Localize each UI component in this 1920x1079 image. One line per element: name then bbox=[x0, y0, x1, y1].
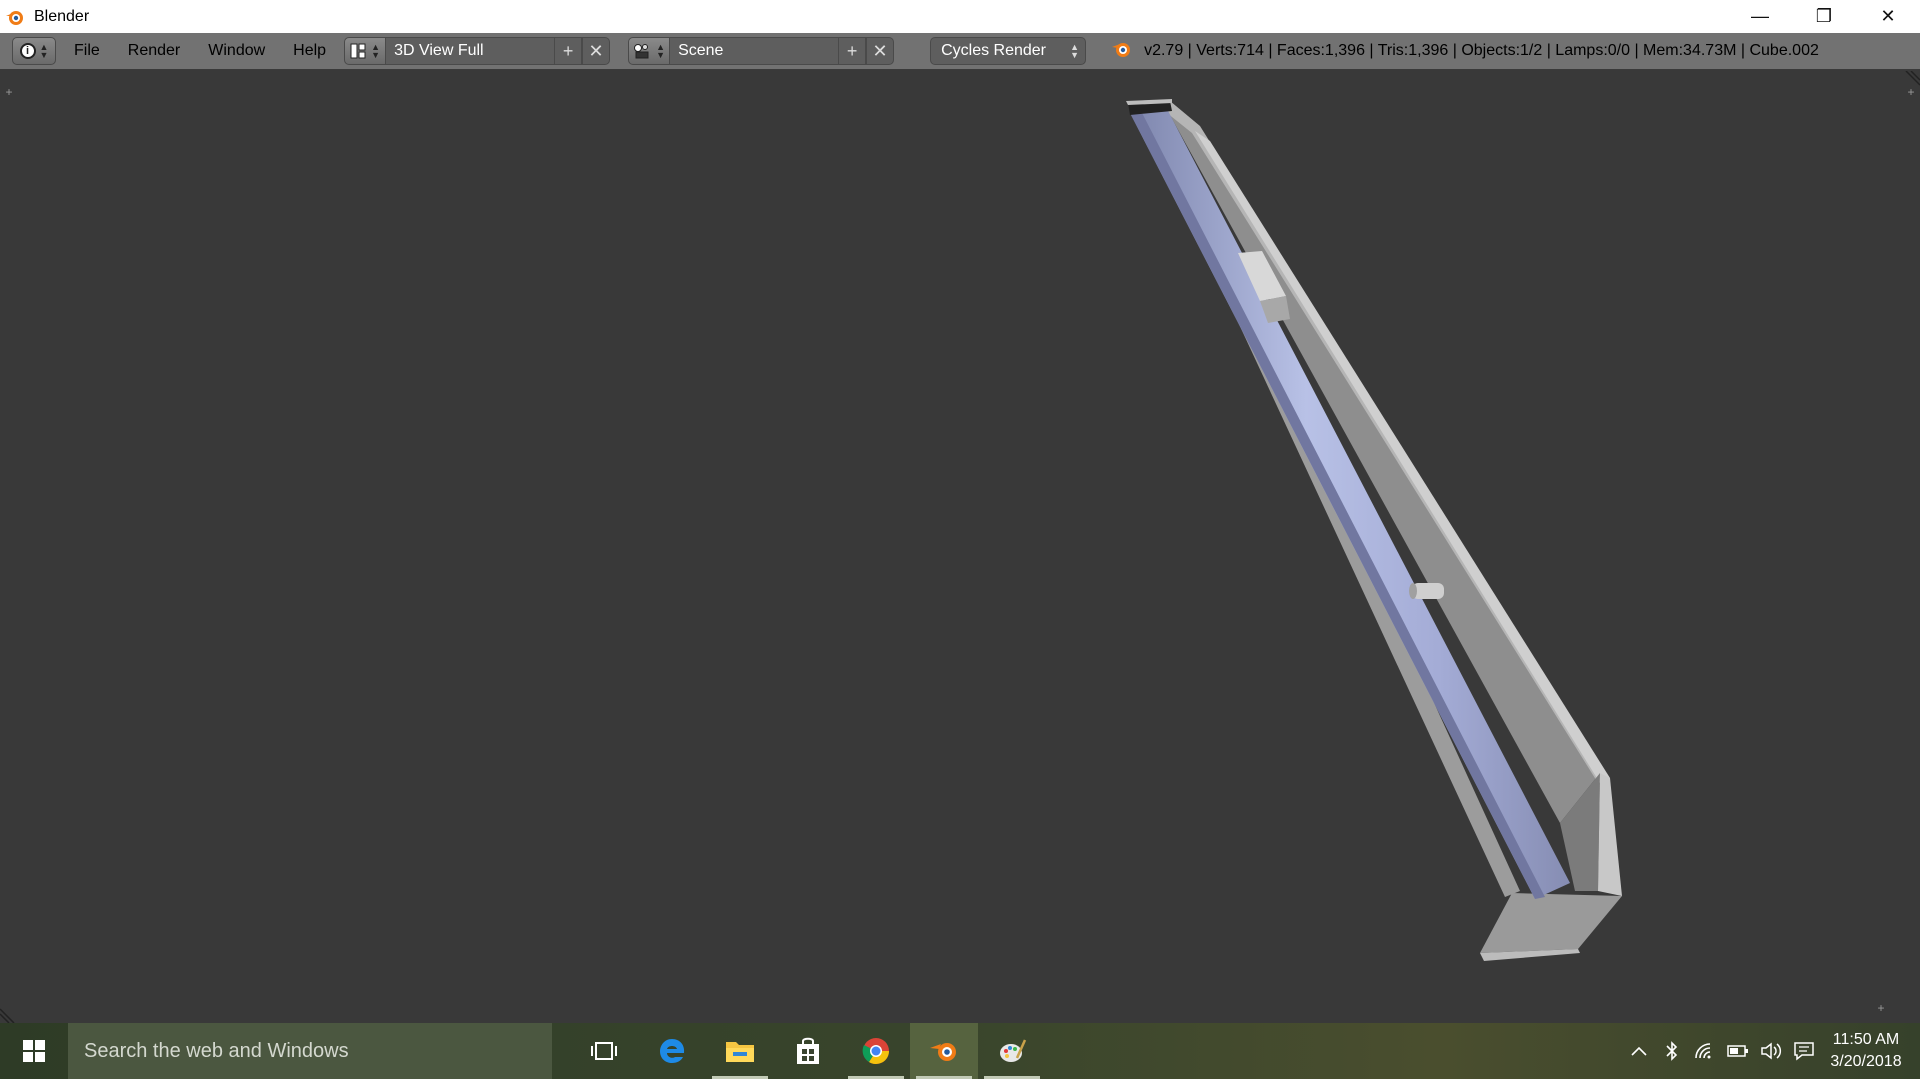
chrome-button[interactable] bbox=[842, 1023, 910, 1079]
blender-logo-icon bbox=[1110, 39, 1132, 64]
screen-layout-selector: ▲ ▼ 3D View Full + ✕ bbox=[344, 37, 611, 65]
clock-date: 3/20/2018 bbox=[1830, 1053, 1902, 1070]
updown-arrows-icon: ▲ ▼ bbox=[656, 42, 666, 60]
window-controls: — ❐ ✕ bbox=[1728, 0, 1920, 33]
notification-icon bbox=[1793, 1042, 1814, 1061]
mesh-object[interactable] bbox=[0, 71, 1920, 1023]
scene-selector: ▲ ▼ Scene + ✕ bbox=[628, 37, 895, 65]
updown-arrows-icon: ▲ ▼ bbox=[39, 42, 49, 60]
bluetooth-button[interactable] bbox=[1655, 1023, 1688, 1079]
taskbar-search-box[interactable]: Search the web and Windows bbox=[68, 1023, 552, 1079]
battery-button[interactable] bbox=[1721, 1023, 1754, 1079]
render-engine-dropdown[interactable]: Cycles Render ▲ ▼ bbox=[930, 37, 1087, 65]
scene-icon bbox=[634, 44, 649, 59]
remove-layout-button[interactable]: ✕ bbox=[582, 37, 611, 65]
speaker-icon bbox=[1760, 1042, 1781, 1060]
minimize-button[interactable]: — bbox=[1728, 0, 1792, 33]
screen-layout-browse-button[interactable]: ▲ ▼ bbox=[344, 37, 387, 65]
task-view-button[interactable] bbox=[570, 1023, 638, 1079]
scene-name-field[interactable]: Scene bbox=[670, 37, 839, 65]
close-button[interactable]: ✕ bbox=[1856, 0, 1920, 33]
updown-arrows-icon: ▲ ▼ bbox=[371, 42, 381, 60]
start-button[interactable] bbox=[0, 1023, 68, 1079]
store-button[interactable] bbox=[774, 1023, 842, 1079]
paint-button[interactable] bbox=[978, 1023, 1046, 1079]
network-button[interactable] bbox=[1688, 1023, 1721, 1079]
bluetooth-icon bbox=[1665, 1041, 1677, 1061]
menu-file[interactable]: File bbox=[74, 42, 100, 60]
scene-browse-button[interactable]: ▲ ▼ bbox=[628, 37, 671, 65]
scene-statistics: v2.79 | Verts:714 | Faces:1,396 | Tris:1… bbox=[1110, 39, 1819, 64]
remove-scene-button[interactable]: ✕ bbox=[866, 37, 895, 65]
screen-layout-name-field[interactable]: 3D View Full bbox=[386, 37, 555, 65]
store-bag-icon bbox=[797, 1037, 819, 1064]
menu-render[interactable]: Render bbox=[128, 42, 180, 60]
clock-time: 11:50 AM bbox=[1832, 1031, 1900, 1048]
window-title: Blender bbox=[34, 7, 90, 25]
restore-button[interactable]: ❐ bbox=[1792, 0, 1856, 33]
blender-taskbar-button[interactable] bbox=[910, 1023, 978, 1079]
render-engine-value: Cycles Render bbox=[941, 42, 1047, 59]
stats-text: v2.79 | Verts:714 | Faces:1,396 | Tris:1… bbox=[1144, 42, 1819, 59]
updown-arrows-icon: ▲ ▼ bbox=[1070, 42, 1080, 60]
edge-button[interactable] bbox=[638, 1023, 706, 1079]
edge-icon bbox=[660, 1039, 685, 1063]
windows-taskbar: Search the web and Windows 11:50 AM 3/20… bbox=[0, 1023, 1920, 1079]
add-layout-button[interactable]: + bbox=[554, 37, 583, 65]
taskbar-clock[interactable]: 11:50 AM 3/20/2018 bbox=[1820, 1029, 1912, 1073]
blender-logo-icon bbox=[930, 1043, 956, 1061]
battery-icon bbox=[1726, 1045, 1748, 1057]
info-header: i ▲ ▼ File Render Window Help ▲ ▼ 3D View … bbox=[0, 33, 1920, 70]
window-titlebar: Blender — ❐ ✕ bbox=[0, 0, 1920, 33]
info-icon: i bbox=[19, 43, 36, 59]
chevron-up-icon bbox=[1630, 1046, 1647, 1056]
action-center-button[interactable] bbox=[1787, 1023, 1820, 1079]
add-scene-button[interactable]: + bbox=[838, 37, 867, 65]
blender-logo-icon bbox=[4, 6, 26, 28]
menu-window[interactable]: Window bbox=[208, 42, 265, 60]
folder-icon bbox=[726, 1042, 754, 1062]
editor-type-button[interactable]: i ▲ ▼ bbox=[12, 37, 56, 65]
3d-viewport[interactable]: + + + bbox=[0, 71, 1920, 1023]
system-tray: 11:50 AM 3/20/2018 bbox=[1622, 1023, 1920, 1079]
windows-logo-icon bbox=[23, 1040, 45, 1062]
task-view-icon bbox=[591, 1042, 617, 1060]
file-explorer-button[interactable] bbox=[706, 1023, 774, 1079]
chrome-icon bbox=[862, 1038, 890, 1065]
paint-palette-icon bbox=[1000, 1039, 1027, 1062]
layout-grid-icon bbox=[350, 43, 366, 59]
volume-button[interactable] bbox=[1754, 1023, 1787, 1079]
wifi-icon bbox=[1694, 1043, 1710, 1059]
menu-help[interactable]: Help bbox=[293, 42, 326, 60]
show-hidden-icons-button[interactable] bbox=[1622, 1023, 1655, 1079]
search-placeholder: Search the web and Windows bbox=[84, 1039, 349, 1062]
